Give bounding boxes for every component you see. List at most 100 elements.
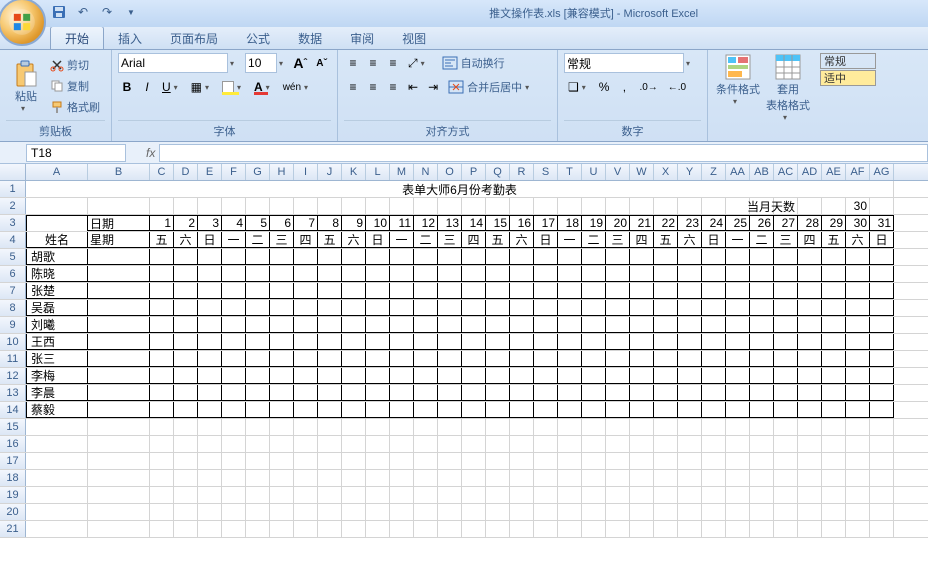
cell[interactable] <box>88 266 150 282</box>
cell[interactable] <box>582 436 606 452</box>
cell[interactable] <box>462 436 486 452</box>
col-header[interactable]: X <box>654 164 678 180</box>
cell[interactable] <box>678 198 702 214</box>
cell[interactable] <box>702 317 726 333</box>
cell[interactable] <box>606 385 630 401</box>
cell[interactable] <box>558 283 582 299</box>
cell[interactable] <box>606 283 630 299</box>
cell[interactable] <box>822 470 846 486</box>
cell[interactable] <box>750 504 774 520</box>
cell[interactable] <box>150 504 174 520</box>
name-cell[interactable]: 张三 <box>26 351 88 367</box>
cell[interactable] <box>150 402 174 418</box>
cell[interactable] <box>582 368 606 384</box>
cell[interactable] <box>462 487 486 503</box>
cell[interactable] <box>534 436 558 452</box>
cell[interactable] <box>534 453 558 469</box>
cell[interactable] <box>750 266 774 282</box>
row-header[interactable]: 2 <box>0 198 26 214</box>
cell[interactable] <box>414 351 438 367</box>
cell[interactable] <box>654 317 678 333</box>
cell[interactable] <box>88 198 150 214</box>
cell[interactable] <box>558 487 582 503</box>
cell[interactable] <box>318 470 342 486</box>
cell[interactable] <box>198 283 222 299</box>
cell[interactable] <box>318 198 342 214</box>
cell[interactable] <box>630 249 654 265</box>
cell[interactable] <box>414 283 438 299</box>
cell[interactable] <box>558 453 582 469</box>
cell[interactable] <box>750 487 774 503</box>
cell[interactable] <box>630 521 654 537</box>
align-right-button[interactable]: ≡ <box>384 77 402 97</box>
cell[interactable] <box>198 300 222 316</box>
cell[interactable] <box>222 504 246 520</box>
cell[interactable] <box>630 385 654 401</box>
cell[interactable] <box>462 419 486 435</box>
cell[interactable] <box>558 334 582 350</box>
cell[interactable] <box>150 470 174 486</box>
cell[interactable] <box>294 317 318 333</box>
name-cell[interactable]: 李晨 <box>26 385 88 401</box>
cell[interactable] <box>582 266 606 282</box>
cell[interactable] <box>822 402 846 418</box>
cell[interactable] <box>702 266 726 282</box>
weekday-cell[interactable]: 六 <box>510 232 534 248</box>
cell[interactable] <box>174 283 198 299</box>
cell[interactable] <box>582 453 606 469</box>
cell[interactable] <box>294 198 318 214</box>
cell[interactable] <box>366 504 390 520</box>
cell[interactable] <box>366 334 390 350</box>
cell[interactable] <box>246 385 270 401</box>
cell[interactable] <box>774 249 798 265</box>
cell[interactable] <box>870 521 894 537</box>
cell[interactable] <box>294 283 318 299</box>
cell[interactable] <box>342 198 366 214</box>
cell[interactable] <box>270 266 294 282</box>
cell[interactable] <box>774 368 798 384</box>
cell[interactable] <box>654 198 678 214</box>
cell[interactable] <box>294 351 318 367</box>
cell[interactable] <box>462 198 486 214</box>
name-header[interactable] <box>26 215 88 231</box>
cell[interactable] <box>822 487 846 503</box>
cell[interactable] <box>510 402 534 418</box>
cell[interactable] <box>438 402 462 418</box>
cell[interactable] <box>222 351 246 367</box>
col-header[interactable]: AF <box>846 164 870 180</box>
cell[interactable] <box>630 436 654 452</box>
row-header[interactable]: 19 <box>0 487 26 503</box>
cell[interactable] <box>534 351 558 367</box>
cell[interactable] <box>822 334 846 350</box>
cell[interactable] <box>534 249 558 265</box>
cell[interactable] <box>582 385 606 401</box>
col-header[interactable]: E <box>198 164 222 180</box>
cell[interactable] <box>558 300 582 316</box>
cell[interactable] <box>798 487 822 503</box>
cell[interactable] <box>486 368 510 384</box>
cell[interactable] <box>462 385 486 401</box>
cell[interactable] <box>654 351 678 367</box>
cell[interactable] <box>534 317 558 333</box>
cell[interactable] <box>606 351 630 367</box>
cell[interactable] <box>726 453 750 469</box>
cell[interactable] <box>774 470 798 486</box>
cell[interactable] <box>26 521 88 537</box>
cell[interactable] <box>606 487 630 503</box>
cell[interactable] <box>654 334 678 350</box>
cell[interactable] <box>462 470 486 486</box>
cell[interactable] <box>726 385 750 401</box>
cell[interactable] <box>510 317 534 333</box>
cell[interactable] <box>582 300 606 316</box>
col-header[interactable]: P <box>462 164 486 180</box>
cell[interactable] <box>462 249 486 265</box>
cell[interactable] <box>822 453 846 469</box>
cell[interactable] <box>462 368 486 384</box>
cell[interactable] <box>510 470 534 486</box>
cell[interactable] <box>654 453 678 469</box>
cell[interactable] <box>462 334 486 350</box>
cell[interactable] <box>678 470 702 486</box>
cell[interactable] <box>822 283 846 299</box>
cell[interactable] <box>174 487 198 503</box>
tab-layout[interactable]: 页面布局 <box>156 27 232 49</box>
